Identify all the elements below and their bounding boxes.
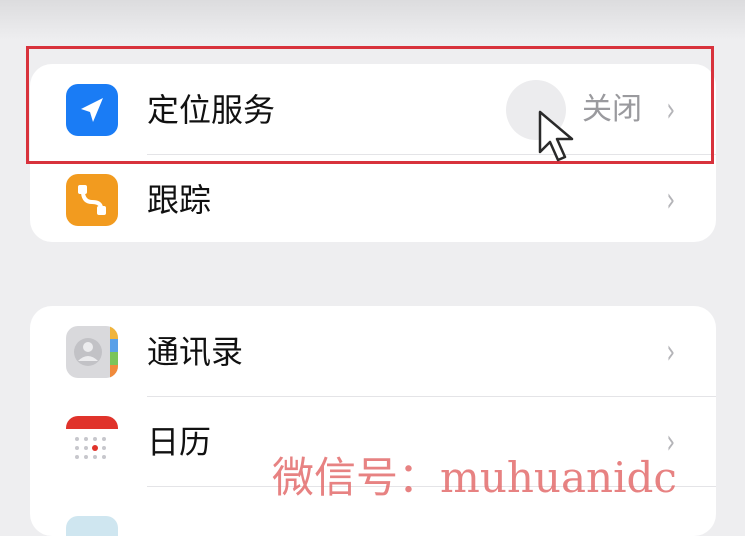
top-shade <box>0 0 745 40</box>
watermark-text: 微信号：muhuanidc <box>272 453 677 502</box>
chevron-right-icon: › <box>666 332 676 372</box>
highlight-box <box>26 46 714 164</box>
tracking-label: 跟踪 <box>147 181 212 219</box>
calendar-label: 日历 <box>147 423 212 461</box>
contacts-icon <box>66 326 118 378</box>
mouse-cursor-icon <box>538 110 578 168</box>
partial-app-icon <box>66 516 118 536</box>
contacts-row[interactable]: 通讯录 › <box>30 306 716 397</box>
chevron-right-icon: › <box>666 180 676 220</box>
calendar-icon <box>66 416 118 468</box>
tracking-row[interactable]: 跟踪 › <box>30 154 716 244</box>
tracking-icon <box>66 174 118 226</box>
contacts-label: 通讯录 <box>147 333 244 371</box>
